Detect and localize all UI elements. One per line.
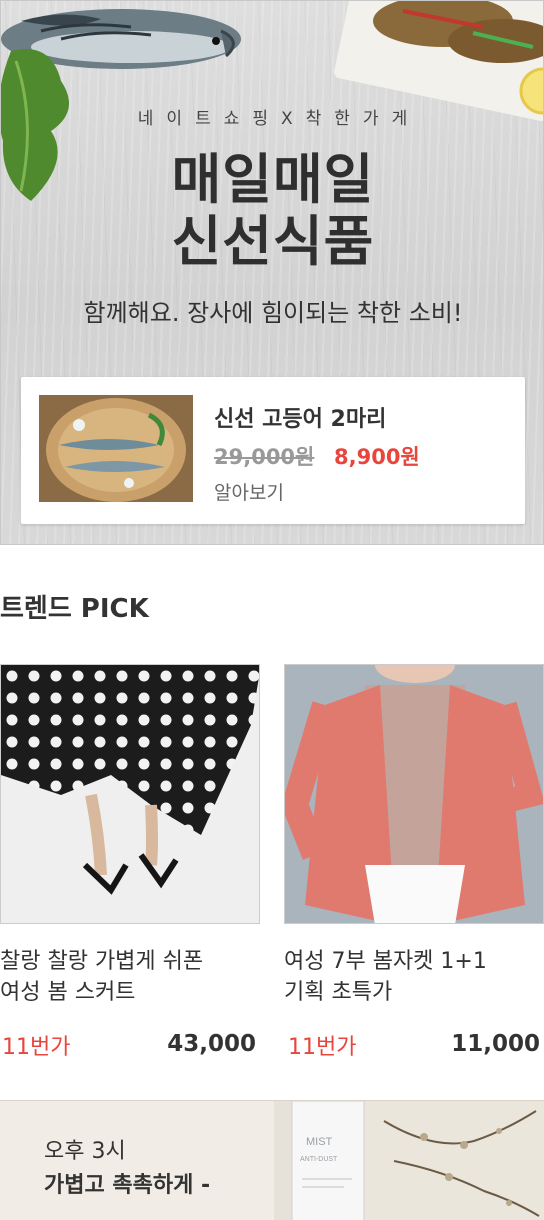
hero-subtitle: 함께해요. 장사에 힘이되는 착한 소비!: [83, 299, 463, 327]
product-name[interactable]: 여성 7부 봄자켓 1+1 기획 초특가: [284, 946, 544, 1010]
banner-copy: 가볍고 촉촉하게 -: [44, 1173, 211, 1198]
trend-pick-title: 트렌드 PICK: [0, 594, 149, 624]
mist-promo-banner[interactable]: 오후 3시 가볍고 촉촉하게 - MIST ANTI-DUST: [0, 1100, 544, 1220]
product-name[interactable]: 찰랑 찰랑 가볍게 쉬폰 여성 봄 스커트: [0, 946, 260, 1010]
pink-jacket-image[interactable]: [284, 664, 544, 924]
deal-original-price: 29,000원: [214, 445, 315, 469]
store-name: 11번가: [288, 1035, 357, 1060]
hero-title-line2: 신선식품: [171, 210, 375, 273]
polka-skirt-image[interactable]: [0, 664, 260, 924]
product-price: 11,000: [451, 1031, 540, 1057]
mist-label-2: ANTI-DUST: [300, 1156, 338, 1163]
grilled-fish-plate: [334, 1, 543, 121]
banner-time: 오후 3시: [44, 1139, 126, 1164]
fresh-food-hero: 네이트쇼핑X착한가게 매일매일 신선식품 함께해요. 장사에 힘이되는 착한 소…: [0, 0, 544, 545]
promo-kicker: 네이트쇼핑X착한가게: [137, 109, 421, 129]
product-name-line1: 여성 7부 봄자켓 1+1: [284, 949, 487, 974]
product-meta: 11번가 43,000: [0, 1029, 260, 1060]
mackerel-basket-image: [39, 395, 193, 502]
hero-title-line1: 매일매일: [171, 148, 375, 211]
product-name-line2: 여성 봄 스커트: [0, 980, 136, 1005]
mist-product-photo: MIST ANTI-DUST: [274, 1101, 544, 1220]
deal-name: 신선 고등어 2마리: [214, 407, 387, 432]
deal-card[interactable]: 신선 고등어 2마리 29,000원 8,900원 알아보기: [21, 377, 525, 524]
product-price: 43,000: [167, 1031, 256, 1057]
product-meta: 11번가 11,000: [284, 1029, 544, 1060]
product-name-line1: 찰랑 찰랑 가볍게 쉬폰: [0, 949, 204, 974]
mist-label-1: MIST: [306, 1136, 333, 1148]
product-name-line2: 기획 초특가: [284, 980, 393, 1005]
hero-title: 매일매일 신선식품: [1, 148, 543, 273]
deal-sale-price: 8,900원: [334, 445, 420, 469]
learn-more-link[interactable]: 알아보기: [214, 478, 284, 505]
store-name: 11번가: [2, 1035, 71, 1060]
product-card-jacket[interactable]: 여성 7부 봄자켓 1+1 기획 초특가 11번가 11,000: [284, 664, 544, 1060]
product-card-skirt[interactable]: 찰랑 찰랑 가볍게 쉬폰 여성 봄 스커트 11번가 43,000: [0, 664, 260, 1060]
